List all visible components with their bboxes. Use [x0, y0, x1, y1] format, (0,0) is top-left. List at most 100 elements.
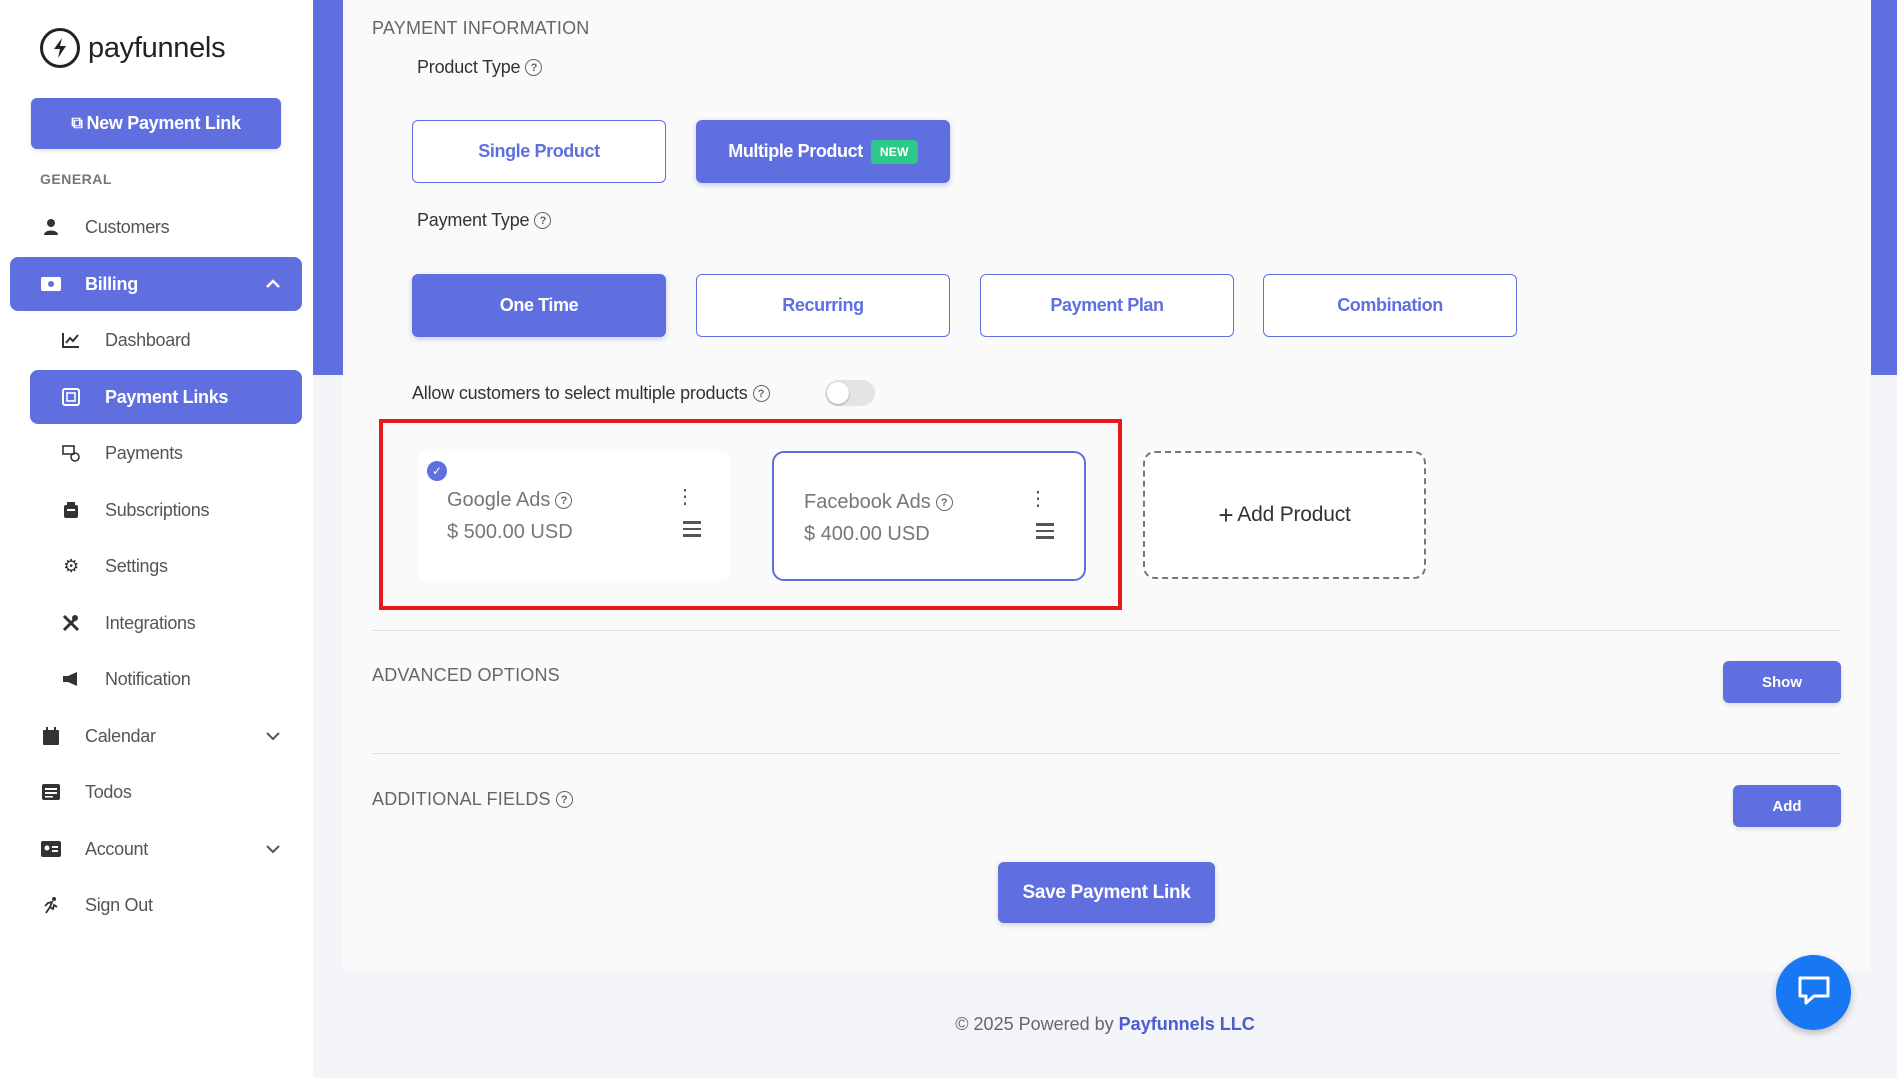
calendar-icon: [40, 727, 62, 745]
sidebar-item-label: Todos: [85, 781, 132, 802]
footer: © 2025 Powered by Payfunnels LLC: [0, 1014, 1897, 1035]
header-band-right: [1871, 0, 1897, 375]
more-vertical-icon[interactable]: ⋮: [675, 487, 695, 507]
header-band-left: [313, 0, 343, 375]
product-name-text: Google Ads: [447, 489, 551, 511]
sidebar-item-label: Notification: [105, 668, 191, 689]
sidebar-item-label: Customers: [85, 216, 170, 237]
help-icon[interactable]: ?: [752, 385, 770, 402]
multiple-product-label: Multiple Product: [728, 141, 863, 161]
add-product-button[interactable]: + Add Product: [1143, 451, 1426, 579]
single-product-label: Single Product: [478, 141, 600, 161]
product-type-label: Product Type ?: [417, 57, 543, 78]
new-payment-link-button[interactable]: ⧉ New Payment Link: [31, 98, 281, 149]
add-label: Add: [1772, 797, 1802, 815]
drag-handle-icon[interactable]: [1036, 523, 1054, 543]
product-type-text: Product Type: [417, 57, 521, 77]
sidebar-item-label: Billing: [85, 273, 138, 294]
footer-prefix: © 2025 Powered by: [955, 1014, 1114, 1034]
single-product-button[interactable]: Single Product: [412, 120, 666, 183]
sidebar-item-settings[interactable]: ⚙ Settings: [30, 539, 302, 593]
checkmark-icon: ✓: [427, 461, 447, 481]
money-icon: [40, 277, 62, 291]
sidebar-item-payments[interactable]: Payments: [30, 426, 302, 480]
combination-button[interactable]: Combination: [1263, 274, 1517, 337]
chevron-down-icon: [266, 725, 280, 746]
sidebar-item-billing[interactable]: Billing: [10, 257, 302, 311]
lightning-icon: [40, 28, 80, 68]
combination-label: Combination: [1337, 295, 1443, 315]
payment-type-label: Payment Type ?: [417, 210, 552, 231]
list-icon: [40, 784, 62, 800]
product-name: Facebook Ads ?: [804, 491, 953, 514]
section-general-label: GENERAL: [40, 171, 112, 187]
product-card-google-ads[interactable]: ✓ Google Ads ? $ 500.00 USD ⋮: [417, 451, 731, 581]
payment-type-text: Payment Type: [417, 210, 530, 230]
chat-support-button[interactable]: [1776, 955, 1851, 1030]
toggle-knob: [827, 382, 849, 404]
sidebar-item-label: Payments: [105, 442, 183, 463]
brand-name: payfunnels: [88, 31, 226, 64]
sidebar-item-label: Payment Links: [105, 386, 229, 407]
sidebar-item-notification[interactable]: Notification: [30, 652, 302, 706]
payment-plan-button[interactable]: Payment Plan: [980, 274, 1234, 337]
sidebar-item-label: Account: [85, 838, 148, 859]
sidebar-item-integrations[interactable]: Integrations: [30, 596, 302, 650]
sidebar: payfunnels ⧉ New Payment Link GENERAL Cu…: [0, 0, 313, 1078]
sidebar-item-payment-links[interactable]: Payment Links: [30, 370, 302, 424]
sidebar-item-dashboard[interactable]: Dashboard: [30, 313, 302, 367]
footer-company-link[interactable]: Payfunnels LLC: [1119, 1014, 1255, 1034]
product-price: $ 500.00 USD: [447, 521, 573, 543]
sidebar-item-customers[interactable]: Customers: [10, 200, 302, 254]
subscription-icon: [60, 501, 82, 519]
help-icon[interactable]: ?: [525, 59, 543, 76]
allow-multiple-label: Allow customers to select multiple produ…: [412, 383, 770, 404]
new-payment-link-label: New Payment Link: [86, 113, 241, 133]
plus-icon: +: [1218, 499, 1234, 530]
chevron-up-icon: [266, 273, 280, 294]
tools-icon: [60, 614, 82, 632]
drag-handle-icon[interactable]: [683, 521, 701, 541]
link-card-icon: [60, 388, 82, 406]
allow-multiple-toggle[interactable]: [825, 380, 875, 406]
sidebar-item-calendar[interactable]: Calendar: [10, 709, 302, 763]
logo[interactable]: payfunnels: [40, 28, 226, 68]
new-badge: NEW: [870, 139, 918, 164]
user-icon: [40, 218, 62, 236]
help-icon[interactable]: ?: [555, 791, 573, 808]
sidebar-item-label: Sign Out: [85, 894, 153, 915]
product-name: Google Ads ?: [447, 489, 573, 512]
help-icon[interactable]: ?: [534, 212, 552, 229]
save-label: Save Payment Link: [1022, 881, 1191, 903]
product-card-facebook-ads[interactable]: Facebook Ads ? $ 400.00 USD ⋮: [772, 451, 1086, 581]
id-card-icon: [40, 841, 62, 857]
sidebar-item-label: Subscriptions: [105, 499, 210, 520]
help-icon[interactable]: ?: [935, 494, 953, 511]
multiple-product-button[interactable]: Multiple Product NEW: [696, 120, 950, 183]
divider: [372, 630, 1840, 631]
sidebar-item-label: Settings: [105, 555, 168, 576]
save-payment-link-button[interactable]: Save Payment Link: [998, 862, 1215, 923]
allow-multiple-text: Allow customers to select multiple produ…: [412, 383, 748, 403]
additional-fields-text: ADDITIONAL FIELDS: [372, 789, 551, 809]
advanced-options-title: ADVANCED OPTIONS: [372, 665, 560, 685]
show-advanced-button[interactable]: Show: [1723, 661, 1841, 703]
one-time-button[interactable]: One Time: [412, 274, 666, 337]
sidebar-item-sign-out[interactable]: Sign Out: [10, 878, 302, 932]
add-field-button[interactable]: Add: [1733, 785, 1841, 827]
running-icon: [40, 896, 62, 914]
more-vertical-icon[interactable]: ⋮: [1028, 489, 1048, 509]
sidebar-item-account[interactable]: Account: [10, 822, 302, 876]
one-time-label: One Time: [499, 295, 579, 315]
sidebar-item-todos[interactable]: Todos: [10, 765, 302, 819]
payment-plan-label: Payment Plan: [1050, 295, 1164, 315]
product-name-text: Facebook Ads: [804, 491, 931, 513]
sidebar-item-subscriptions[interactable]: Subscriptions: [30, 483, 302, 537]
help-icon[interactable]: ?: [555, 492, 573, 509]
recurring-button[interactable]: Recurring: [696, 274, 950, 337]
product-price: $ 400.00 USD: [804, 523, 930, 545]
megaphone-icon: [60, 671, 82, 687]
copy-icon: ⧉: [71, 114, 83, 132]
sidebar-item-label: Integrations: [105, 612, 196, 633]
add-product-label: Add Product: [1237, 503, 1351, 526]
